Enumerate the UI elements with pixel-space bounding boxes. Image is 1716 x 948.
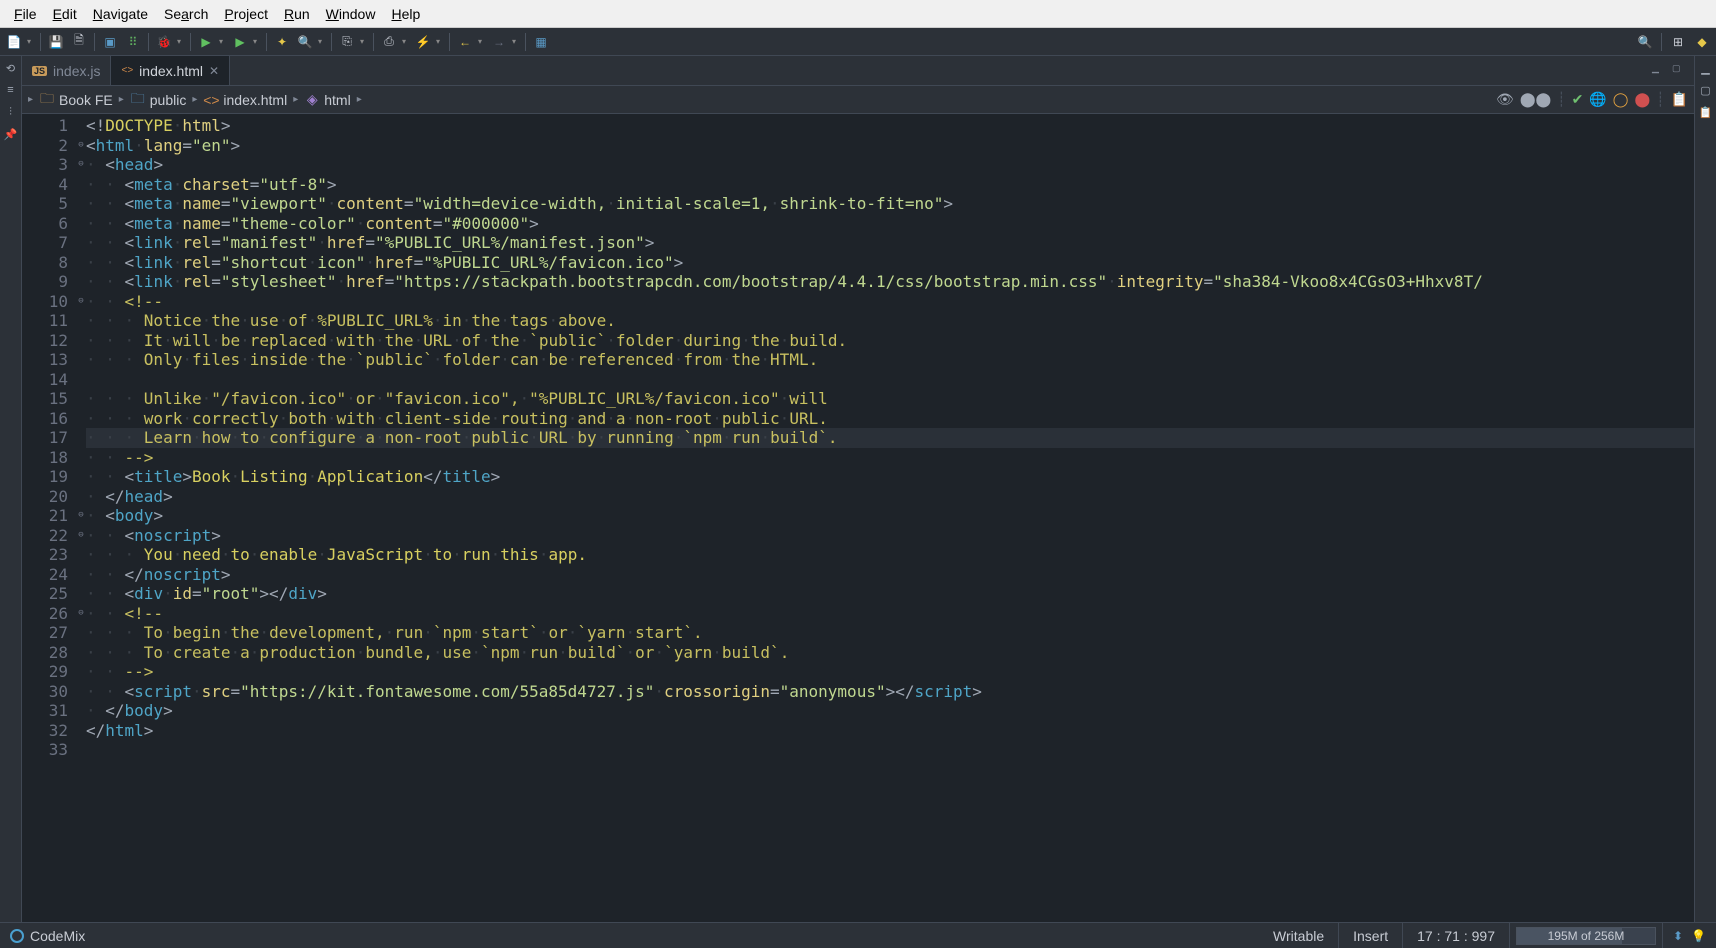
status-insert[interactable]: Insert	[1339, 923, 1403, 948]
tab-label: index.js	[53, 63, 100, 79]
filter-icon[interactable]: ⫶	[3, 104, 19, 120]
codemix-perspective-button[interactable]: ◆	[1692, 32, 1712, 52]
quick-search-icon[interactable]: 🔍	[1635, 32, 1655, 52]
divider: ┊	[1656, 91, 1664, 108]
tool-c[interactable]: ⚡	[413, 32, 433, 52]
status-memory[interactable]: 195M of 256M	[1510, 923, 1663, 948]
maximize-view-icon[interactable]: ▢	[1698, 82, 1714, 98]
line-numbers: 1234567891011121314151617181920212223242…	[22, 114, 76, 922]
toolbar: 📄 ▾ 💾 🗎 ▣ ⠿ 🐞 ▾ ▶ ▾ ▶ ▾ ✦ 🔍 ▾ ⎘ ▾ ⎙ ▾ ⚡ …	[0, 28, 1716, 56]
check-icon[interactable]: ✔	[1572, 91, 1584, 108]
status-writable[interactable]: Writable	[1259, 923, 1339, 948]
updates-icon[interactable]: ⬍	[1673, 929, 1683, 943]
run-last-dropdown[interactable]: ▾	[253, 37, 261, 46]
menu-project[interactable]: Project	[216, 2, 276, 26]
status-position[interactable]: 17 : 71 : 997	[1403, 923, 1510, 948]
search-dropdown[interactable]: ▾	[318, 37, 326, 46]
tab-index-js[interactable]: JS index.js	[22, 56, 111, 85]
tip-icon[interactable]: 💡	[1691, 929, 1706, 943]
new-dropdown[interactable]: ▾	[27, 37, 35, 46]
close-icon[interactable]: ✕	[209, 64, 219, 78]
tab-index-html[interactable]: <> index.html ✕	[111, 56, 230, 85]
chevron-right-icon: ▸	[293, 94, 298, 105]
debug-dropdown[interactable]: ▾	[177, 37, 185, 46]
clipboard-icon[interactable]: 📋	[1671, 91, 1688, 108]
codemix-icon	[10, 929, 24, 943]
folder-icon: 🗀	[39, 88, 55, 112]
globe-icon[interactable]: 🌐	[1589, 91, 1606, 108]
bc-file[interactable]: <> index.html	[203, 92, 287, 108]
task-icon[interactable]: 📋	[1698, 104, 1714, 120]
save-button[interactable]: 💾	[46, 32, 66, 52]
fold-gutter: ⊖⊖⊖⊖⊖⊖	[76, 114, 86, 922]
toggle-icon[interactable]: ⬤⬤	[1520, 91, 1551, 108]
file-icon: <>	[203, 92, 219, 108]
js-icon: JS	[32, 66, 47, 76]
menu-search[interactable]: Search	[156, 2, 216, 26]
new-project-button[interactable]: ✦	[272, 32, 292, 52]
status-bar: CodeMix Writable Insert 17 : 71 : 997 19…	[0, 922, 1716, 948]
bc-folder[interactable]: 🗀 public	[130, 88, 187, 112]
bc-element[interactable]: ◈ html	[304, 91, 350, 108]
left-gutter: ⟲ ≡ ⫶ 📌	[0, 56, 22, 922]
tab-label: index.html	[139, 63, 203, 79]
pin-icon[interactable]: 📌	[3, 126, 19, 142]
html-icon: <>	[121, 65, 133, 76]
forward-button[interactable]: →	[489, 32, 509, 52]
packs-button[interactable]: ⠿	[123, 32, 143, 52]
breadcrumb: ▸ 🗀 Book FE ▸ 🗀 public ▸ <> index.html ▸…	[22, 86, 1694, 114]
menu-run[interactable]: Run	[276, 2, 318, 26]
tool-b[interactable]: ⎙	[379, 32, 399, 52]
terminal-button[interactable]: ▣	[100, 32, 120, 52]
minimize-view-icon[interactable]: ▁	[1698, 60, 1714, 76]
element-icon: ◈	[304, 91, 320, 108]
restore-icon[interactable]: ⟲	[3, 60, 19, 76]
code-area[interactable]: <!DOCTYPE·html><html·lang="en">· <head>·…	[86, 114, 1694, 922]
tool-a[interactable]: ⎘	[337, 32, 357, 52]
outline-icon[interactable]: ≡	[3, 82, 19, 98]
maximize-icon[interactable]: ▢	[1672, 63, 1688, 79]
eye-icon[interactable]: 👁	[1496, 91, 1514, 108]
chrome-icon[interactable]: ◯	[1613, 91, 1629, 108]
record-icon[interactable]: ⬤	[1634, 91, 1650, 108]
open-perspective-button[interactable]: ⊞	[1668, 32, 1688, 52]
save-all-button[interactable]: 🗎	[69, 32, 89, 52]
perspective-button[interactable]: ▦	[531, 32, 551, 52]
chevron-right-icon: ▸	[119, 94, 124, 105]
menu-file[interactable]: File	[6, 2, 45, 26]
menu-navigate[interactable]: Navigate	[85, 2, 156, 26]
menu-help[interactable]: Help	[383, 2, 428, 26]
folder-icon: 🗀	[130, 88, 146, 112]
chevron-right-icon[interactable]: ▸	[28, 94, 33, 105]
main-area: ⟲ ≡ ⫶ 📌 JS index.js <> index.html ✕ ▁ ▢ …	[0, 56, 1716, 922]
back-button[interactable]: ←	[455, 32, 475, 52]
status-codemix[interactable]: CodeMix	[0, 928, 95, 944]
minimize-icon[interactable]: ▁	[1652, 63, 1668, 79]
bc-project[interactable]: 🗀 Book FE	[39, 88, 113, 112]
menu-bar: File Edit Navigate Search Project Run Wi…	[0, 0, 1716, 28]
code-editor[interactable]: 1234567891011121314151617181920212223242…	[22, 114, 1694, 922]
menu-edit[interactable]: Edit	[45, 2, 85, 26]
tab-bar: JS index.js <> index.html ✕ ▁ ▢	[22, 56, 1694, 86]
menu-window[interactable]: Window	[318, 2, 384, 26]
run-last-button[interactable]: ▶	[230, 32, 250, 52]
chevron-right-icon: ▸	[357, 94, 362, 105]
right-gutter: ▁ ▢ 📋	[1694, 56, 1716, 922]
new-button[interactable]: 📄	[4, 32, 24, 52]
run-dropdown[interactable]: ▾	[219, 37, 227, 46]
chevron-right-icon: ▸	[192, 94, 197, 105]
divider: ┊	[1557, 91, 1565, 108]
debug-button[interactable]: 🐞	[154, 32, 174, 52]
run-button[interactable]: ▶	[196, 32, 216, 52]
search-button[interactable]: 🔍	[295, 32, 315, 52]
